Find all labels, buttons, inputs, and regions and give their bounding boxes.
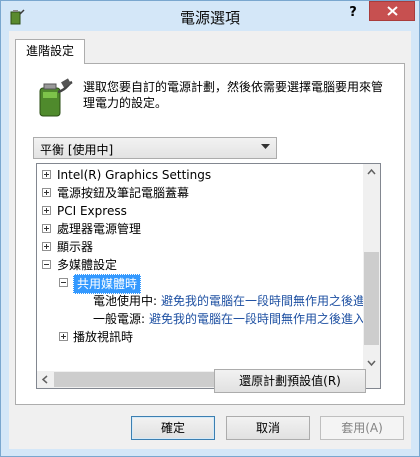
tree-item-label: 處理器電源管理	[57, 222, 142, 236]
chevron-left-icon[interactable]	[37, 371, 54, 388]
scroll-up-button[interactable]	[363, 164, 380, 181]
tree-item-label: 電源按鈕及筆記電腦蓋幕	[57, 186, 190, 200]
ok-button[interactable]: 確定	[131, 416, 215, 440]
vertical-scrollbar[interactable]	[363, 164, 380, 371]
battery-plug-icon	[39, 78, 73, 117]
setting-label: 一般電源:	[93, 312, 146, 326]
cancel-button[interactable]: 取消	[226, 416, 310, 440]
chevron-down-icon	[261, 144, 270, 149]
tree-item-label: PCI Express	[57, 204, 127, 218]
expand-icon[interactable]	[42, 206, 51, 215]
expand-icon[interactable]	[42, 224, 51, 233]
chevron-up-icon	[367, 168, 376, 175]
title-bar: 電源選項 ?	[1, 1, 419, 31]
apply-button[interactable]: 套用(A)	[320, 416, 404, 440]
collapse-icon[interactable]	[42, 260, 51, 269]
setting-value-link[interactable]: 避免我的電腦在一段時間無作用之後進	[161, 292, 365, 310]
tree-item-label: Intel(R) Graphics Settings	[57, 168, 212, 182]
power-plan-select[interactable]: 平衡 [使用中]	[33, 137, 277, 159]
expand-icon[interactable]	[42, 170, 51, 179]
power-options-window: 電源選項 ? 進階設定 選取您要自訂的電源計劃，然後依需要選擇電腦要用來管理電力…	[0, 0, 420, 457]
tree-item-label: 顯示器	[57, 240, 94, 254]
vertical-scroll-thumb[interactable]	[364, 252, 379, 345]
restore-defaults-button[interactable]: 還原計劃預設值(R)	[214, 369, 366, 393]
expand-icon[interactable]	[42, 188, 51, 197]
settings-tree[interactable]: Intel(R) Graphics Settings 電源按鈕及筆記電腦蓋幕 P…	[36, 163, 381, 389]
power-plan-value: 平衡 [使用中]	[40, 143, 114, 157]
close-icon	[387, 6, 398, 16]
expand-icon[interactable]	[59, 332, 68, 341]
collapse-icon[interactable]	[59, 278, 68, 287]
tab-advanced-settings[interactable]: 進階設定	[15, 39, 85, 64]
tree-item-label: 共用媒體時	[73, 274, 142, 294]
setting-value-link[interactable]: 避免我的電腦在一段時間無作用之後進入	[149, 310, 365, 328]
plan-description: 選取您要自訂的電源計劃，然後依需要選擇電腦要用來管理電力的設定。	[83, 80, 384, 110]
help-button[interactable]: ?	[342, 3, 364, 23]
expand-icon[interactable]	[42, 242, 51, 251]
dialog-body: 進階設定 選取您要自訂的電源計劃，然後依需要選擇電腦要用來管理電力的設定。 平衡…	[9, 31, 411, 449]
setting-label: 電池使用中:	[93, 294, 158, 308]
tree-item-label: 播放視訊時	[73, 330, 134, 344]
tree-item-label: 多媒體設定	[57, 258, 118, 272]
close-button[interactable]	[369, 1, 415, 21]
